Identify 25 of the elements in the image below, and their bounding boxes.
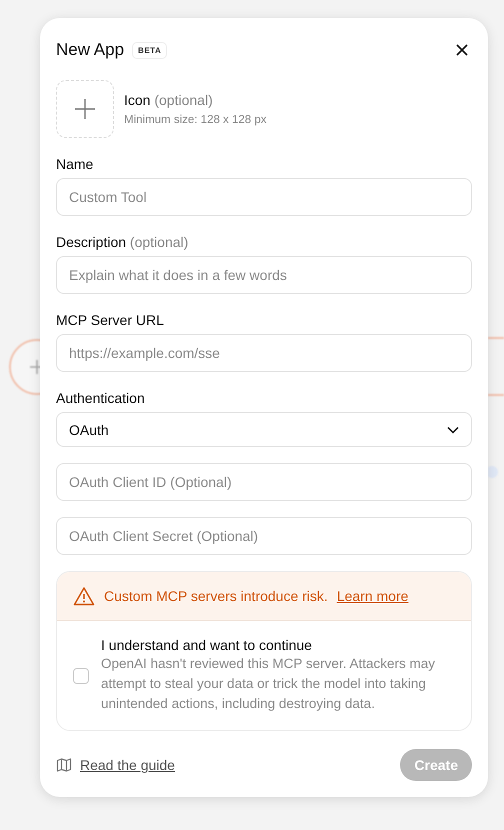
dialog-title: New App [56,40,124,60]
chevron-down-icon [447,426,459,434]
icon-upload-button[interactable] [56,80,114,138]
icon-label: Icon (optional) [124,92,214,108]
field-label: Description (optional) [56,234,190,250]
beta-badge: BETA [132,42,168,58]
consent-checkbox[interactable] [73,668,89,684]
field-label: Name [56,156,94,172]
authentication-dropdown[interactable]: OAuth [56,412,472,447]
field-label: MCP Server URL [56,312,165,328]
icon-size-hint: Minimum size: 128 x 128 px [124,114,267,126]
consent-title: I understand and want to continue [101,637,313,653]
read-guide-link[interactable]: Read the guide [80,757,175,773]
learn-more-link[interactable]: Learn more [336,588,408,604]
text-field[interactable]: Explain what it does in a few words [56,256,472,294]
warning-icon [73,586,95,606]
close-icon [455,43,469,57]
field-label: Authentication [56,390,146,406]
text-field[interactable]: OAuth Client Secret (Optional) [56,517,472,555]
warning-message: Custom MCP servers introduce risk. [104,588,328,604]
text-field[interactable]: https://example.com/sse [56,334,472,372]
plus-icon [74,98,96,120]
consent-description: OpenAI hasn't reviewed this MCP server. Attackers may attempt to steal your data or trick the model into taking unintended actions, including destroying data. [101,655,436,713]
text-field[interactable]: OAuth Client ID (Optional) [56,463,472,501]
text-field[interactable]: Custom Tool [56,178,472,216]
